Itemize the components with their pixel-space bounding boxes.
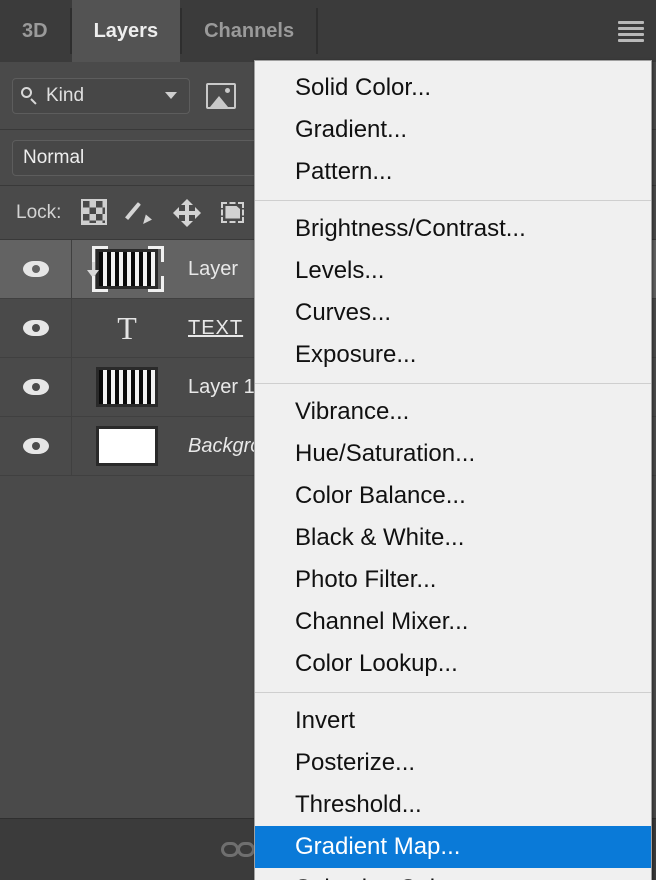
eye-icon [22, 320, 49, 336]
tab-separator [316, 8, 319, 54]
tab-layers[interactable]: Layers [71, 0, 181, 62]
layer-name[interactable]: Layer [182, 258, 238, 281]
layer-visibility-toggle[interactable] [0, 417, 72, 475]
menu-item[interactable]: Hue/Saturation... [255, 433, 651, 475]
adjustment-layer-menu[interactable]: Solid Color... Gradient... Pattern... Brigh… [254, 60, 652, 880]
layer-visibility-toggle[interactable] [0, 240, 72, 298]
lock-position-icon[interactable] [173, 198, 202, 227]
menu-line [618, 20, 644, 24]
menu-item[interactable]: Invert [255, 700, 651, 742]
tab-3d[interactable]: 3D [0, 0, 70, 62]
menu-item[interactable]: Black & White... [255, 517, 651, 559]
menu-line [618, 26, 644, 30]
menu-item[interactable]: Threshold... [255, 784, 651, 826]
lock-artboard-nesting-icon[interactable] [219, 199, 247, 227]
menu-item[interactable]: Pattern... [255, 151, 651, 193]
layer-thumbnail [96, 367, 158, 407]
menu-separator [255, 692, 651, 693]
menu-item[interactable]: Selective Color... [255, 868, 651, 880]
text-layer-icon: T [117, 310, 137, 346]
panel-tab-strip: 3D Layers Channels [0, 0, 656, 62]
layer-visibility-toggle[interactable] [0, 299, 72, 357]
menu-item[interactable]: Vibrance... [255, 391, 651, 433]
layer-name[interactable]: TEXT [182, 317, 243, 340]
menu-item[interactable]: Color Balance... [255, 475, 651, 517]
menu-item[interactable]: Channel Mixer... [255, 601, 651, 643]
search-icon [21, 87, 38, 105]
layer-thumbnail-cell[interactable] [72, 240, 182, 298]
lock-image-pixels-icon[interactable] [125, 199, 155, 227]
menu-item[interactable]: Brightness/Contrast... [255, 208, 651, 250]
layer-visibility-toggle[interactable] [0, 358, 72, 416]
menu-item[interactable]: Curves... [255, 292, 651, 334]
menu-item[interactable]: Solid Color... [255, 67, 651, 109]
lock-transparent-pixels-icon[interactable] [81, 198, 109, 227]
menu-line [618, 32, 644, 36]
link-icon [221, 841, 255, 858]
eye-icon [22, 261, 49, 277]
eye-icon [22, 379, 49, 395]
tab-channels[interactable]: Channels [182, 0, 317, 62]
menu-separator [255, 383, 651, 384]
chevron-down-icon [165, 92, 177, 99]
menu-item[interactable]: Gradient... [255, 109, 651, 151]
layer-thumbnail-cell[interactable] [72, 358, 182, 416]
blend-mode-value: Normal [23, 146, 85, 168]
layer-name[interactable]: Layer 1 [182, 376, 255, 399]
menu-separator [255, 200, 651, 201]
menu-item[interactable]: Posterize... [255, 742, 651, 784]
layer-thumbnail [96, 249, 158, 289]
filter-kind-select[interactable]: Kind [12, 77, 190, 114]
lock-label: Lock: [16, 201, 62, 223]
menu-line [618, 38, 644, 42]
menu-item[interactable]: Photo Filter... [255, 559, 651, 601]
layer-thumbnail [96, 426, 158, 466]
menu-item[interactable]: Color Lookup... [255, 643, 651, 685]
hamburger-menu-icon[interactable] [614, 14, 648, 48]
eye-icon [22, 438, 49, 454]
layer-thumbnail-cell[interactable]: T [72, 299, 182, 357]
photoshop-layers-panel: 3D Layers Channels Kind Normal Lock: Lay… [0, 0, 656, 880]
filter-type-icons [206, 82, 236, 109]
menu-item[interactable]: Gradient Map... [255, 826, 651, 868]
layer-thumbnail-cell[interactable] [72, 417, 182, 475]
image-filter-icon[interactable] [206, 82, 236, 109]
filter-kind-value: Kind [46, 84, 85, 106]
clipping-mask-arrow-icon [86, 262, 100, 278]
menu-item[interactable]: Levels... [255, 250, 651, 292]
menu-item[interactable]: Exposure... [255, 334, 651, 376]
